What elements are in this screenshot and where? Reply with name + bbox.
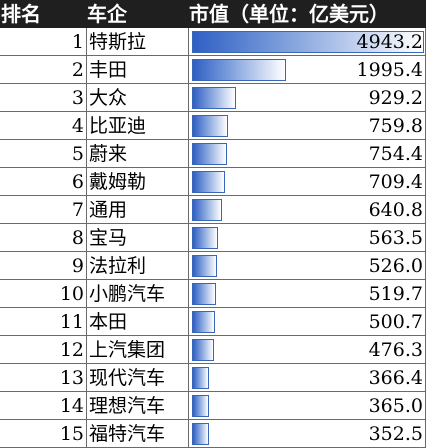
header-row: 排名 车企 市值（单位：亿美元） <box>0 0 426 28</box>
table-row: 6 戴姆勒 709.4 <box>0 168 426 196</box>
rank-cell: 8 <box>71 227 84 249</box>
value-cell: 365.0 <box>368 395 423 417</box>
company-cell: 理想汽车 <box>89 395 166 417</box>
table-row: 3 大众 929.2 <box>0 84 426 112</box>
rank-cell: 3 <box>71 87 84 109</box>
table-row: 2 丰田 1995.4 <box>0 56 426 84</box>
company-cell: 通用 <box>89 199 128 221</box>
value-header: 市值（单位：亿美元） <box>189 2 389 26</box>
value-cell: 563.5 <box>368 227 423 249</box>
value-cell: 709.4 <box>368 171 423 193</box>
table-row: 1 特斯拉 4943.2 <box>0 28 426 56</box>
value-cell: 526.0 <box>368 255 423 277</box>
rank-cell: 14 <box>59 395 84 417</box>
value-cell: 754.4 <box>368 143 423 165</box>
company-cell: 比亚迪 <box>89 115 147 137</box>
table-row: 12 上汽集团 476.3 <box>0 336 426 364</box>
rank-cell: 4 <box>71 115 84 137</box>
rank-cell: 5 <box>71 143 84 165</box>
company-cell: 特斯拉 <box>89 31 147 53</box>
rank-cell: 10 <box>59 283 84 305</box>
table-row: 4 比亚迪 759.8 <box>0 112 426 140</box>
company-cell: 宝马 <box>89 227 128 249</box>
table-row: 5 蔚来 754.4 <box>0 140 426 168</box>
table-row: 15 福特汽车 352.5 <box>0 420 426 448</box>
company-cell: 丰田 <box>89 59 128 81</box>
value-cell: 476.3 <box>368 339 423 361</box>
rank-cell: 9 <box>71 255 84 277</box>
company-cell: 福特汽车 <box>89 423 166 445</box>
table-row: 8 宝马 563.5 <box>0 224 426 252</box>
company-cell: 大众 <box>89 87 128 109</box>
rank-cell: 11 <box>59 311 84 333</box>
value-cell: 759.8 <box>368 115 423 137</box>
rank-cell: 12 <box>59 339 84 361</box>
company-cell: 蔚来 <box>89 143 128 165</box>
table-row: 13 现代汽车 366.4 <box>0 364 426 392</box>
company-cell: 戴姆勒 <box>89 171 147 193</box>
value-cell: 640.8 <box>368 199 423 221</box>
value-cell: 929.2 <box>368 87 423 109</box>
rank-header: 排名 <box>1 2 41 26</box>
company-cell: 现代汽车 <box>89 367 166 389</box>
company-cell: 本田 <box>89 311 128 333</box>
table-row: 14 理想汽车 365.0 <box>0 392 426 420</box>
rank-cell: 6 <box>71 171 84 193</box>
company-cell: 小鹏汽车 <box>89 283 166 305</box>
rank-cell: 2 <box>71 59 84 81</box>
rank-cell: 1 <box>71 31 84 53</box>
value-cell: 1995.4 <box>356 59 423 81</box>
market-cap-table: 排名 车企 市值（单位：亿美元） 1 特斯拉 4943.2 2 丰田 1995.4 3 大众 9… <box>0 0 426 448</box>
grid-line <box>86 28 87 448</box>
value-cell: 366.4 <box>368 367 423 389</box>
value-cell: 519.7 <box>368 283 423 305</box>
value-cell: 500.7 <box>368 311 423 333</box>
rank-cell: 13 <box>59 367 84 389</box>
company-header: 车企 <box>87 2 127 26</box>
rank-cell: 7 <box>71 199 84 221</box>
value-cell: 352.5 <box>368 423 423 445</box>
rank-cell: 15 <box>59 423 84 445</box>
table-row: 7 通用 640.8 <box>0 196 426 224</box>
table-row: 11 本田 500.7 <box>0 308 426 336</box>
table-row: 9 法拉利 526.0 <box>0 252 426 280</box>
table-row: 10 小鹏汽车 519.7 <box>0 280 426 308</box>
company-cell: 法拉利 <box>89 255 147 277</box>
company-cell: 上汽集团 <box>89 339 166 361</box>
value-cell: 4943.2 <box>356 31 423 53</box>
